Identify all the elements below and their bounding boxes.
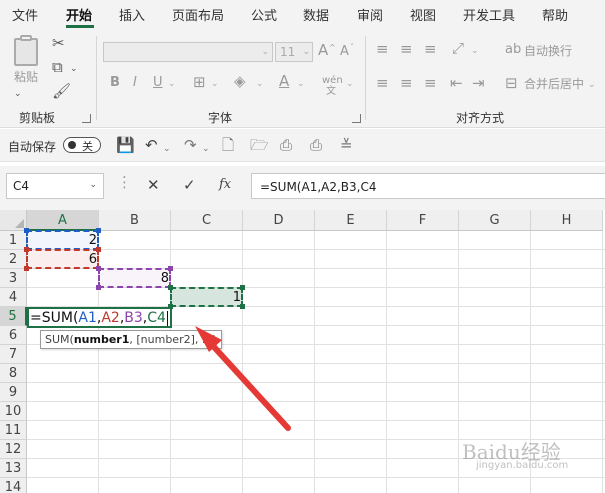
watermark-url: jingyan.baidu.com (476, 460, 569, 471)
annotation-arrow (195, 326, 291, 431)
